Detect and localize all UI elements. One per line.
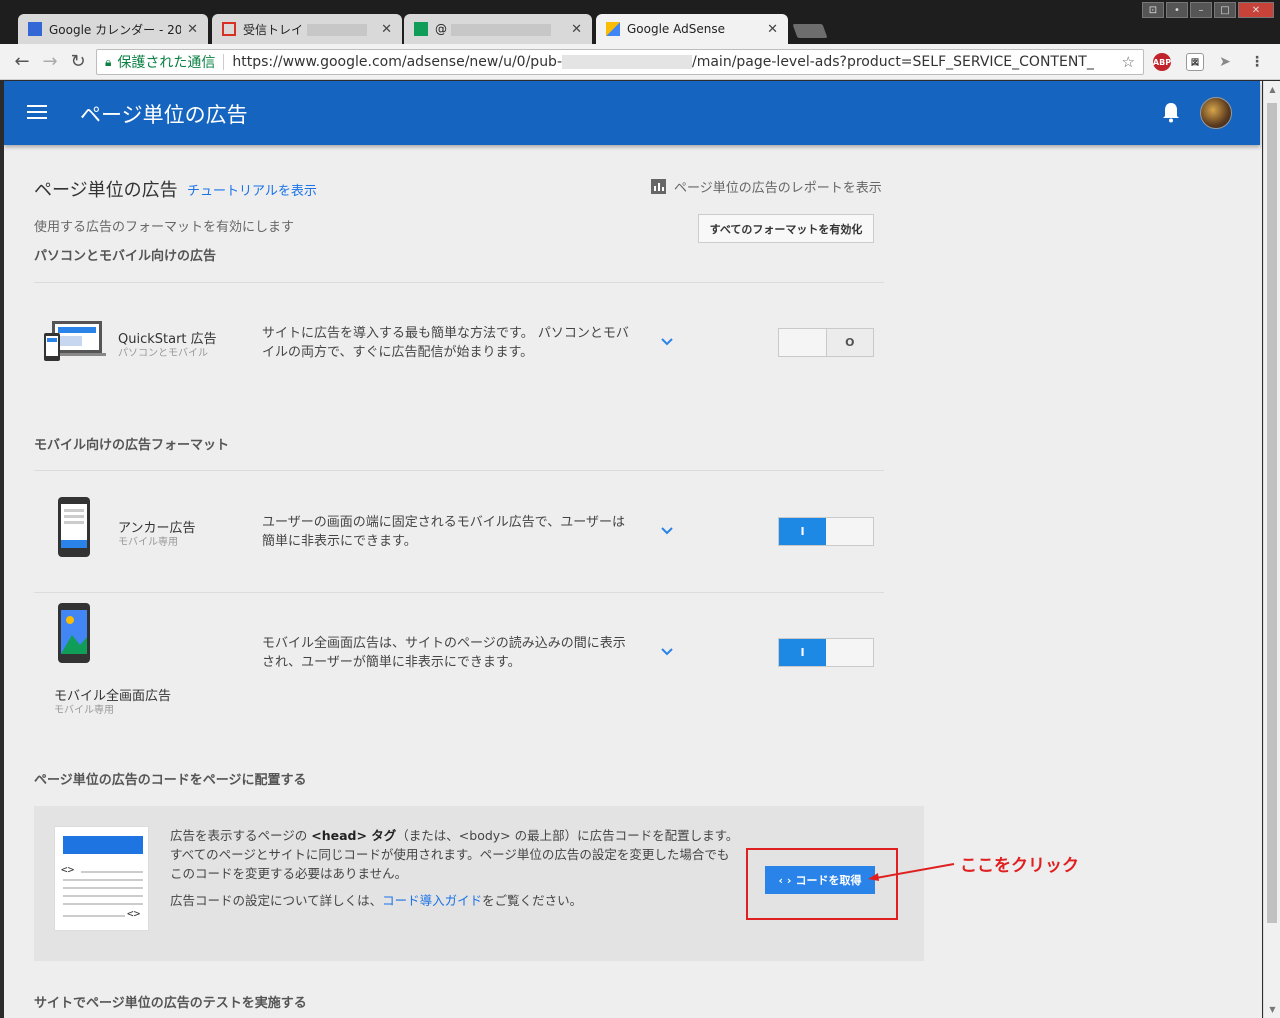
sheets-icon	[414, 22, 428, 36]
menu-icon[interactable]	[27, 105, 47, 123]
annotation-callout: ここをクリック	[960, 856, 1079, 876]
tab-adsense[interactable]: Google AdSense ✕	[596, 14, 788, 44]
gmail-icon	[222, 22, 236, 36]
format-desc-quickstart: サイトに広告を導入する最も簡単な方法です。 パソコンとモバイルの両方で、すぐに広…	[262, 326, 629, 360]
notification-bell-icon[interactable]	[1162, 101, 1180, 123]
format-desc-anchor: ユーザーの画面の端に固定されるモバイル広告で、ユーザーは簡単に非表示にできます。	[262, 515, 625, 549]
window-controls: ⊡ • – □ ✕	[1142, 2, 1274, 18]
page-content: ページ単位の広告 ページ単位の広告 チュートリアルを表示 ページ単位の広告のレポ…	[4, 81, 1262, 1018]
adblock-icon[interactable]: ABP	[1153, 53, 1171, 71]
chevron-down-icon[interactable]	[660, 335, 674, 349]
page-title: ページ単位の広告	[34, 180, 178, 201]
tab-gmail[interactable]: 受信トレイ ✕	[212, 14, 402, 44]
annotation-highlight-box	[746, 848, 898, 920]
profile-icon[interactable]: ⊡	[1142, 2, 1164, 18]
code-guide-link[interactable]: コード導入ガイド	[382, 893, 482, 908]
section-title-desktop-mobile: パソコンとモバイル向けの広告	[34, 249, 217, 264]
app-title: ページ単位の広告	[80, 103, 248, 127]
close-icon[interactable]: ✕	[571, 22, 582, 37]
close-icon[interactable]: ✕	[187, 22, 198, 37]
lock-icon: 🔒︎	[105, 54, 112, 69]
forward-arrow-icon[interactable]: →	[36, 51, 64, 72]
app-bar: ページ単位の広告	[4, 81, 1260, 145]
chevron-down-icon[interactable]	[660, 524, 674, 538]
menu-dots-icon[interactable]: ⋮	[1248, 53, 1266, 71]
section-title-test: サイトでページ単位の広告のテストを実施する	[34, 996, 307, 1011]
code-instructions: 広告を表示するページの <head> タグ（または、<body> の最上部）に広…	[170, 828, 739, 908]
tutorial-link[interactable]: チュートリアルを表示	[187, 180, 317, 199]
reload-icon[interactable]: ↻	[64, 51, 92, 72]
quickstart-toggle[interactable]: O	[778, 328, 874, 357]
maximize-icon[interactable]: □	[1214, 2, 1236, 18]
section-title-mobile: モバイル向けの広告フォーマット	[34, 438, 230, 453]
browser-tabstrip: Google カレンダー - 20 ✕ 受信トレイ ✕ @ ✕ Google A…	[0, 0, 1280, 44]
mobile-fullscreen-icon	[58, 603, 90, 663]
format-name-anchor: アンカー広告 モバイル専用	[118, 521, 196, 548]
close-icon[interactable]: ✕	[381, 22, 392, 37]
bookmark-star-icon[interactable]: ☆	[1122, 53, 1135, 71]
minimize-icon[interactable]: –	[1190, 2, 1212, 18]
vignette-toggle[interactable]: I	[778, 638, 874, 667]
format-name-vignette: モバイル全画面広告 モバイル専用	[54, 689, 172, 716]
annotation-arrow-icon	[868, 863, 955, 881]
back-arrow-icon[interactable]: ←	[8, 51, 36, 72]
calendar-icon	[28, 22, 42, 36]
enable-all-formats-button[interactable]: すべてのフォーマットを有効化	[698, 214, 874, 243]
extension-icon[interactable]: 図	[1186, 53, 1204, 71]
bar-chart-icon	[651, 179, 666, 194]
address-bar[interactable]: 🔒︎ 保護された通信 https://www.google.com/adsens…	[96, 49, 1144, 75]
anchor-toggle[interactable]: I	[778, 517, 874, 546]
tab-sheets[interactable]: @ ✕	[404, 14, 592, 44]
format-name-quickstart: QuickStart 広告 パソコンとモバイル	[118, 332, 217, 359]
section-title-code: ページ単位の広告のコードをページに配置する	[34, 773, 307, 788]
adsense-icon	[606, 22, 620, 36]
desktop-mobile-icon	[44, 321, 106, 361]
chevron-down-icon[interactable]	[660, 645, 674, 659]
url-text: https://www.google.com/adsense/new/u/0/p…	[232, 54, 1094, 70]
new-tab-button[interactable]	[792, 24, 828, 38]
back-icon[interactable]: •	[1166, 2, 1188, 18]
format-desc-vignette: モバイル全画面広告は、サイトのページの読み込みの間に表示され、ユーザーが簡単に非…	[262, 636, 626, 670]
browser-toolbar: ← → ↻ 🔒︎ 保護された通信 https://www.google.com/…	[0, 44, 1280, 80]
page-scrollbar[interactable]: ▲ ▼	[1263, 81, 1280, 1018]
avatar[interactable]	[1200, 97, 1232, 129]
close-window-icon[interactable]: ✕	[1238, 2, 1274, 18]
mobile-phone-icon	[58, 497, 90, 557]
pointer-extension-icon[interactable]: ➤	[1216, 53, 1234, 71]
tab-calendar[interactable]: Google カレンダー - 20 ✕	[18, 14, 208, 44]
code-document-icon: <> <>	[54, 826, 149, 931]
close-icon[interactable]: ✕	[767, 22, 778, 37]
subtitle: 使用する広告のフォーマットを有効にします	[34, 220, 295, 235]
report-link[interactable]: ページ単位の広告のレポートを表示	[651, 177, 882, 196]
